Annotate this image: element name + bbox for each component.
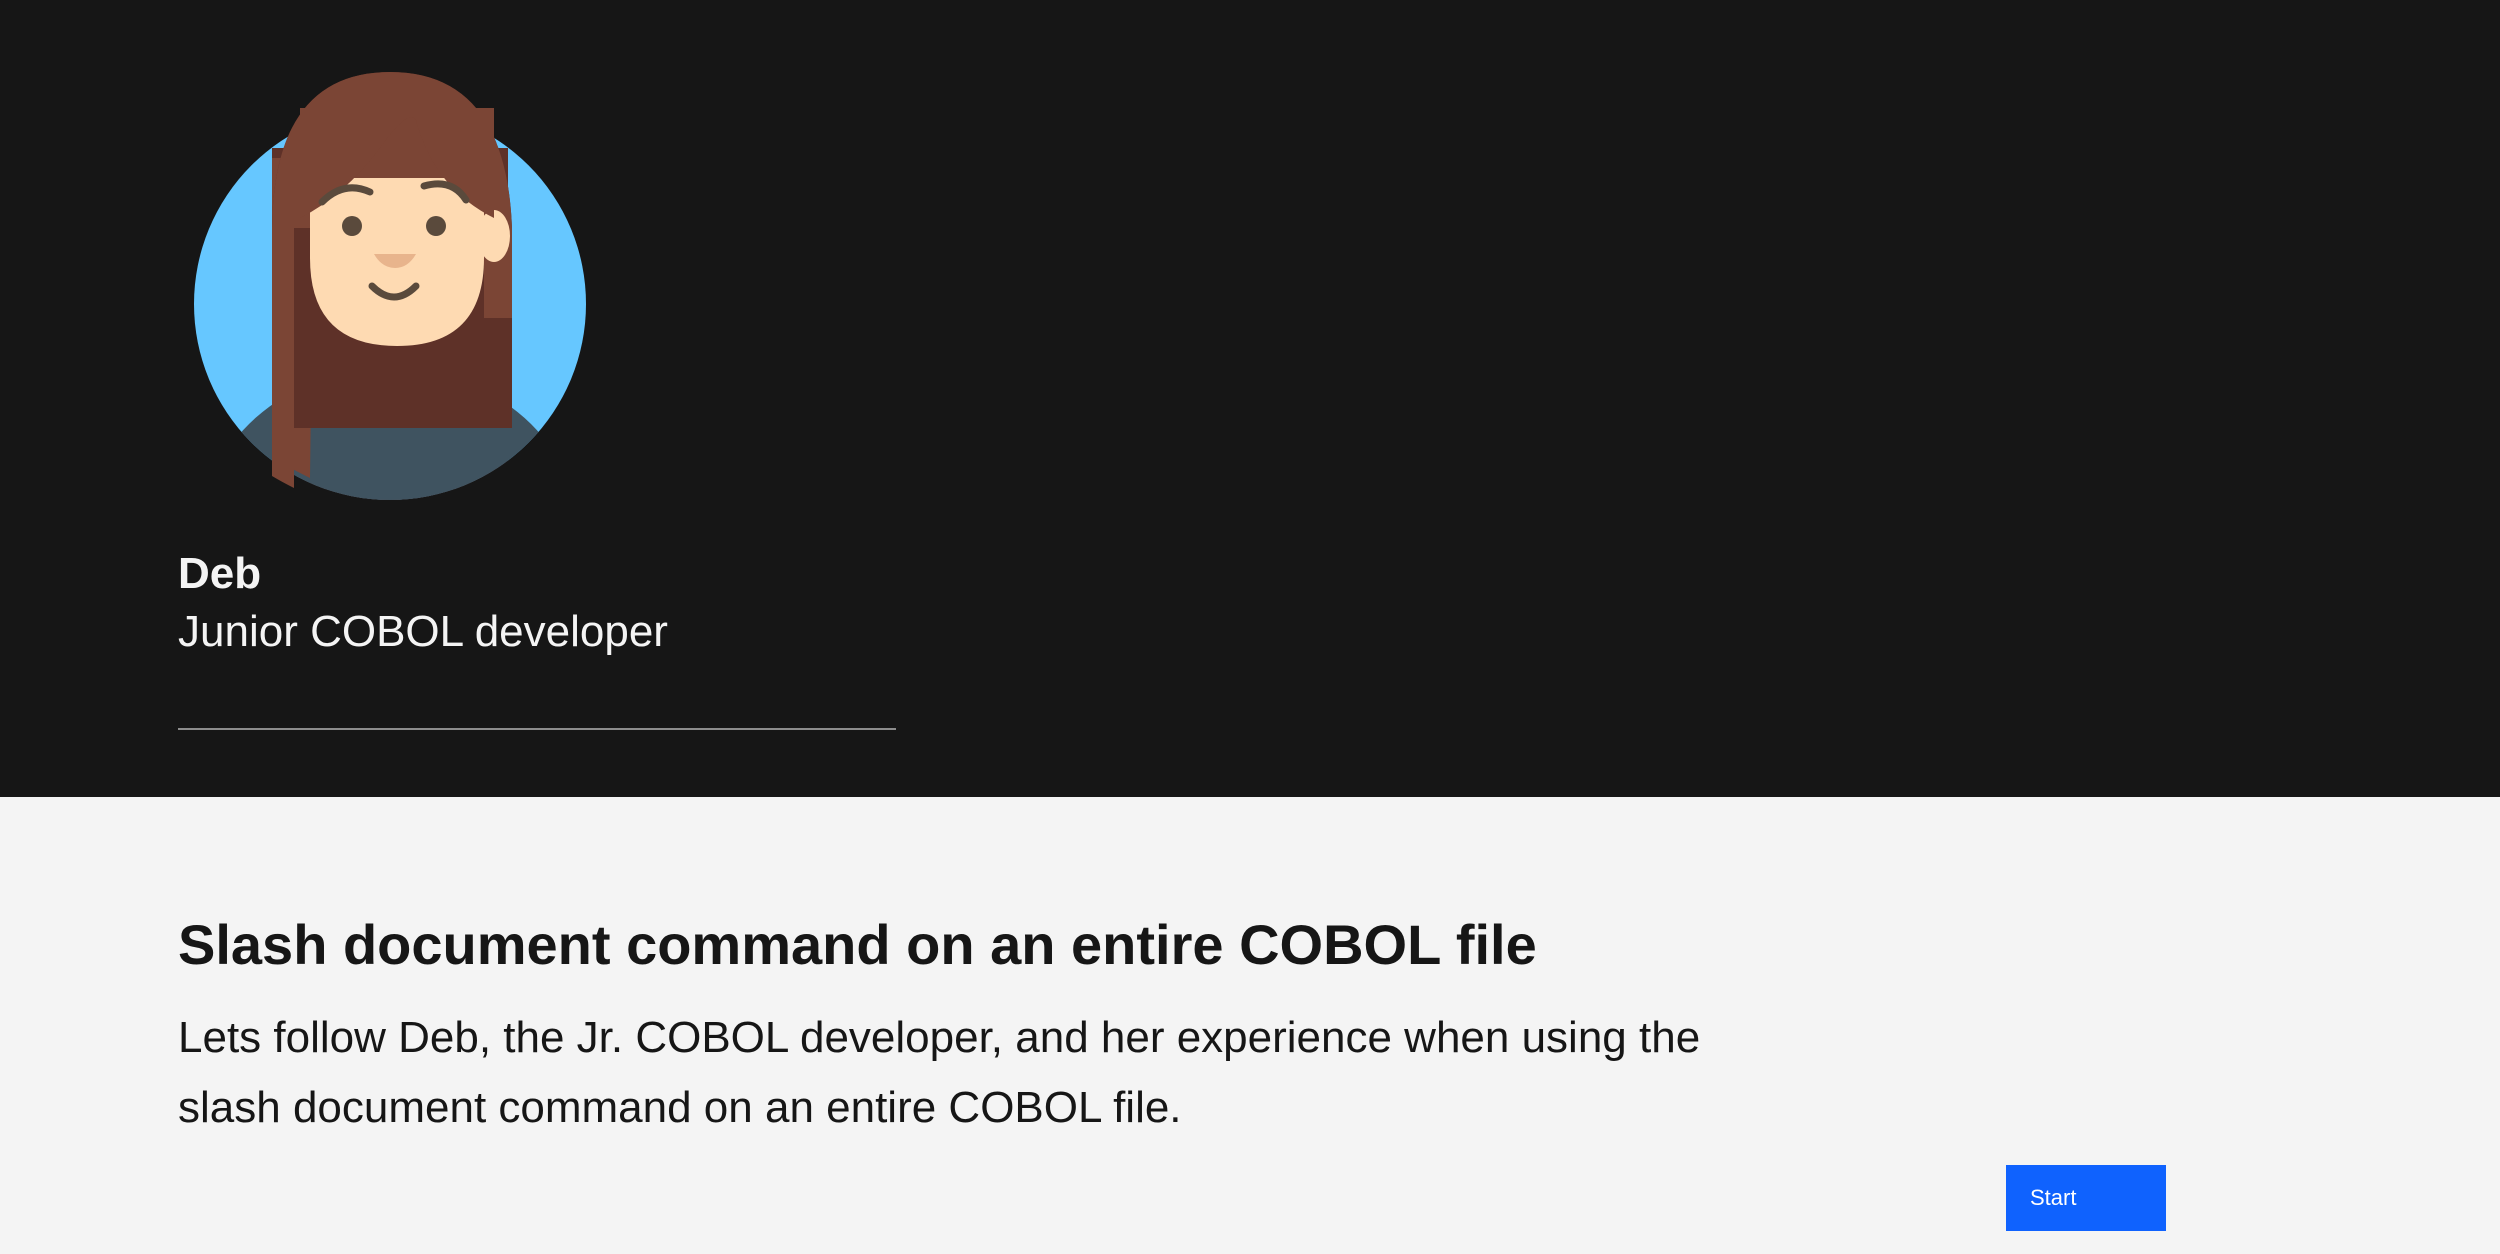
scenario-description: Lets follow Deb, the Jr. COBOL developer… xyxy=(178,1013,1701,1132)
scenario-title: Slash document command on an entire COBO… xyxy=(178,913,1537,976)
scenario-intro: Slash document command on an entire COBO… xyxy=(0,797,2500,1254)
persona-header: Deb Junior COBOL developer xyxy=(0,0,2500,797)
woman-avatar-icon xyxy=(194,72,586,500)
persona-name: Deb xyxy=(178,549,262,598)
start-button[interactable]: Start xyxy=(2006,1165,2166,1231)
header-divider xyxy=(178,728,896,730)
persona-avatar xyxy=(194,68,590,504)
page: Deb Junior COBOL developer Slash documen… xyxy=(0,0,2500,1254)
persona-role: Junior COBOL developer xyxy=(178,607,668,656)
